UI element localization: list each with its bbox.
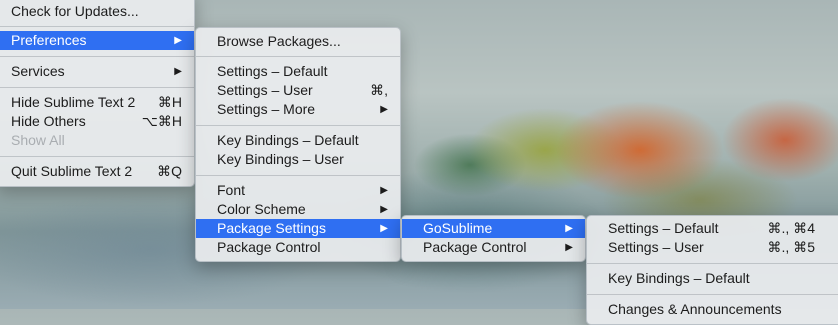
menu-item-check-for-updates[interactable]: Check for Updates...: [0, 2, 194, 21]
menu-item-label: Package Control: [423, 239, 527, 255]
menu-item-label: GoSublime: [423, 220, 493, 236]
menu-separator: [587, 263, 838, 264]
menu-item-gosublime-settings-user[interactable]: Settings – User ⌘., ⌘5: [587, 238, 838, 257]
submenu-arrow-icon: ▶: [565, 242, 573, 253]
submenu-arrow-icon: ▶: [565, 223, 573, 234]
menu-item-label: Settings – Default: [608, 220, 719, 236]
submenu-arrow-icon: ▶: [174, 66, 182, 77]
menu-separator: [0, 26, 194, 27]
menu-item-label: Settings – User: [217, 82, 313, 98]
menu-item-label: Hide Others: [11, 113, 86, 129]
menu-item-gosublime-settings-default[interactable]: Settings – Default ⌘., ⌘4: [587, 219, 838, 238]
menu-item-label: Show All: [11, 132, 65, 148]
menu-item-label: Browse Packages...: [217, 33, 341, 49]
menu-item-label: Color Scheme: [217, 201, 306, 217]
submenu-arrow-icon: ▶: [380, 104, 388, 115]
menu-item-quit[interactable]: Quit Sublime Text 2 ⌘Q: [0, 162, 194, 181]
menu-item-shortcut: ⌥⌘H: [141, 113, 182, 129]
submenu-arrow-icon: ▶: [174, 35, 182, 46]
menu-item-label: Changes & Announcements: [608, 301, 782, 317]
app-menu: Check for Updates... Preferences ▶ Servi…: [0, 0, 195, 187]
menu-item-label: Key Bindings – Default: [608, 270, 750, 286]
menu-item-gosublime[interactable]: GoSublime ▶: [402, 219, 585, 238]
menu-item-color-scheme[interactable]: Color Scheme ▶: [196, 200, 400, 219]
menu-item-services[interactable]: Services ▶: [0, 62, 194, 81]
menu-separator: [0, 56, 194, 57]
menu-item-label: Key Bindings – User: [217, 151, 344, 167]
menu-separator: [0, 87, 194, 88]
menu-item-font[interactable]: Font ▶: [196, 181, 400, 200]
menu-item-shortcut: ⌘., ⌘5: [767, 239, 815, 255]
submenu-arrow-icon: ▶: [380, 204, 388, 215]
submenu-arrow-icon: ▶: [380, 185, 388, 196]
menu-item-label: Key Bindings – Default: [217, 132, 359, 148]
menu-item-label: Check for Updates...: [11, 3, 139, 19]
preferences-submenu: Browse Packages... Settings – Default Se…: [195, 27, 401, 262]
menu-separator: [196, 56, 400, 57]
menu-item-label: Hide Sublime Text 2: [11, 94, 136, 110]
menu-item-settings-default[interactable]: Settings – Default: [196, 62, 400, 81]
menu-item-package-control[interactable]: Package Control: [196, 238, 400, 257]
menu-separator: [0, 156, 194, 157]
menu-item-preferences[interactable]: Preferences ▶: [0, 31, 194, 50]
menu-item-package-control-settings[interactable]: Package Control ▶: [402, 238, 585, 257]
menu-item-label: Settings – More: [217, 101, 316, 117]
menu-item-settings-user[interactable]: Settings – User ⌘,: [196, 81, 400, 100]
menu-item-shortcut: ⌘,: [370, 82, 388, 98]
menu-separator: [196, 175, 400, 176]
menu-item-shortcut: ⌘., ⌘4: [767, 220, 815, 236]
menu-item-shortcut: ⌘Q: [157, 163, 182, 179]
menu-item-shortcut: ⌘H: [157, 94, 182, 110]
submenu-arrow-icon: ▶: [380, 223, 388, 234]
menu-item-label: Package Control: [217, 239, 321, 255]
menu-item-settings-more[interactable]: Settings – More ▶: [196, 100, 400, 119]
menu-item-label: Font: [217, 182, 246, 198]
menu-item-key-bindings-user[interactable]: Key Bindings – User: [196, 150, 400, 169]
menu-item-label: Package Settings: [217, 220, 326, 236]
menu-item-gosublime-key-bindings-default[interactable]: Key Bindings – Default: [587, 269, 838, 288]
menu-item-changes-announcements[interactable]: Changes & Announcements: [587, 300, 838, 319]
menu-item-label: Preferences: [11, 32, 87, 48]
menu-item-label: Settings – User: [608, 239, 704, 255]
menu-item-browse-packages[interactable]: Browse Packages...: [196, 32, 400, 51]
menu-item-show-all: Show All: [0, 131, 194, 150]
menu-item-package-settings[interactable]: Package Settings ▶: [196, 219, 400, 238]
menu-separator: [587, 294, 838, 295]
menu-item-hide-others[interactable]: Hide Others ⌥⌘H: [0, 112, 194, 131]
menu-item-label: Settings – Default: [217, 63, 328, 79]
menu-item-hide-sublime-text[interactable]: Hide Sublime Text 2 ⌘H: [0, 93, 194, 112]
menu-item-key-bindings-default[interactable]: Key Bindings – Default: [196, 131, 400, 150]
menu-item-label: Services: [11, 63, 65, 79]
menu-separator: [196, 125, 400, 126]
menu-item-label: Quit Sublime Text 2: [11, 163, 133, 179]
package-settings-submenu: GoSublime ▶ Package Control ▶: [401, 215, 586, 262]
